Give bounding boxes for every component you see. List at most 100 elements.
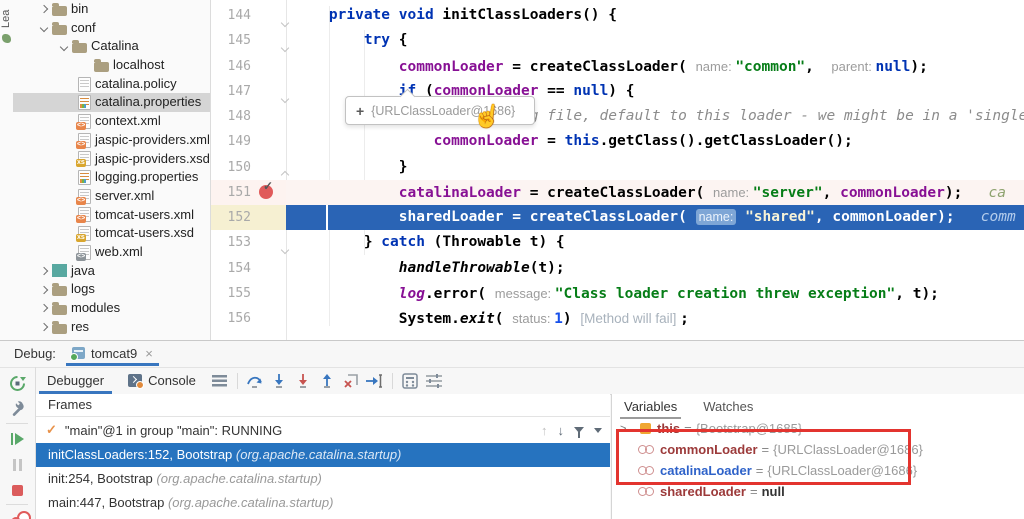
debug-session-tab[interactable]: tomcat9 × (66, 341, 159, 365)
session-tab-title: tomcat9 (91, 346, 137, 361)
tab-debugger[interactable]: Debugger (35, 367, 116, 394)
file-icon: <> (78, 114, 91, 129)
line-number[interactable]: 147 (211, 79, 251, 104)
folder-icon (52, 264, 67, 277)
resume-icon[interactable] (7, 429, 27, 449)
tree-item-label: bin (71, 0, 88, 19)
tree-item-label: java (71, 262, 95, 281)
line-number[interactable]: 150 (211, 155, 251, 180)
drop-frame-icon[interactable] (340, 371, 362, 391)
tree-item-label: catalina.properties (95, 93, 201, 112)
layout-menu-icon[interactable] (209, 371, 231, 391)
tree-item-tomcat-users.xsd[interactable]: xstomcat-users.xsd (13, 224, 210, 243)
tab-console[interactable]: Console (116, 367, 208, 394)
tree-item-context.xml[interactable]: <> context.xml (13, 112, 210, 131)
tree-item-catalina.policy[interactable]: catalina.policy (13, 75, 210, 94)
chevron-down-icon[interactable] (594, 428, 602, 433)
chevron-right-icon[interactable] (36, 263, 52, 279)
pause-icon[interactable] (7, 455, 27, 475)
arrow-down-icon[interactable]: ↓ (558, 423, 565, 438)
evaluate-expression-icon[interactable] (399, 371, 421, 391)
editor-row-150: 150} (211, 155, 1024, 180)
frame-row[interactable]: initClassLoaders:152, Bootstrap (org.apa… (36, 443, 610, 467)
annotation-red-box (616, 429, 911, 485)
tab-variables[interactable]: Variables (624, 399, 677, 414)
settings-sliders-icon[interactable] (423, 371, 445, 391)
close-tab-icon[interactable]: × (145, 346, 153, 361)
editor-row-156: 156System.exit( status: 1) [Method will … (211, 306, 1024, 331)
tree-item-modules[interactable]: modules (13, 299, 210, 318)
tree-item-label: logs (71, 280, 95, 299)
chevron-down-icon[interactable] (56, 39, 72, 55)
tree-item-Catalina[interactable]: Catalina (13, 37, 210, 56)
tree-item-catalina.properties[interactable]: catalina.properties (13, 93, 210, 112)
tree-item-res[interactable]: res (13, 318, 210, 337)
view-breakpoints-icon[interactable] (7, 509, 27, 519)
line-number[interactable]: 144 (211, 3, 251, 28)
stop-icon[interactable] (7, 480, 27, 500)
tree-item-jaspic-providers.xsd[interactable]: xsjaspic-providers.xsd (13, 150, 210, 169)
chevron-right-icon[interactable] (36, 300, 52, 316)
separator (6, 504, 28, 505)
line-number[interactable]: 149 (211, 129, 251, 154)
code-line: catalinaLoader = createClassLoader( name… (286, 180, 1024, 205)
thread-label: "main"@1 in group "main": RUNNING (65, 423, 282, 438)
tree-item-server.xml[interactable]: <> server.xml (13, 187, 210, 206)
tree-item-logging.properties[interactable]: logging.properties (13, 168, 210, 187)
breakpoint-icon[interactable]: ✓ (259, 185, 273, 199)
chevron-right-icon[interactable] (36, 1, 52, 17)
code-line: sharedLoader = createClassLoader( name: … (286, 205, 1024, 230)
line-number[interactable]: 152 (211, 205, 251, 230)
line-number[interactable]: 154 (211, 256, 251, 281)
line-number[interactable]: 151 (211, 180, 251, 205)
frame-row[interactable]: main:447, Bootstrap (org.apache.catalina… (36, 491, 610, 515)
run-to-cursor-icon[interactable] (364, 371, 386, 391)
thread-selector[interactable]: ✓ "main"@1 in group "main": RUNNING ↑ ↓ (36, 417, 610, 443)
tree-item-logs[interactable]: logs (13, 280, 210, 299)
line-number[interactable]: 148 (211, 104, 251, 129)
line-number[interactable]: 146 (211, 54, 251, 79)
step-out-icon[interactable] (316, 371, 338, 391)
tree-item-jaspic-providers.xml[interactable]: <>jaspic-providers.xml (13, 131, 210, 150)
tree-item-localhost[interactable]: localhost (13, 56, 210, 75)
chevron-down-icon[interactable] (36, 20, 52, 36)
editor-row-149: 149commonLoader = this.getClass().getCla… (211, 129, 1024, 154)
code-editor[interactable]: 143144private void initClassLoaders() {1… (211, 0, 1024, 340)
step-into-icon[interactable] (268, 371, 290, 391)
file-icon (78, 170, 91, 185)
code-line: handleThrowable(t); (286, 256, 1024, 281)
rerun-icon[interactable] (7, 373, 27, 393)
arrow-up-icon[interactable]: ↑ (541, 423, 548, 438)
editor-row-155: 155log.error( message: "Class loader cre… (211, 281, 1024, 306)
file-icon (78, 95, 91, 110)
chevron-right-icon[interactable] (36, 319, 52, 335)
wrench-icon[interactable] (7, 398, 27, 418)
tree-item-web.xml[interactable]: <>web.xml (13, 243, 210, 262)
tab-watches[interactable]: Watches (703, 399, 753, 414)
field-icon (638, 487, 654, 496)
line-number[interactable]: 155 (211, 281, 251, 306)
frame-row[interactable]: init:254, Bootstrap (org.apache.catalina… (36, 467, 610, 491)
expand-plus-icon[interactable]: + (356, 103, 364, 119)
tree-item-label: tomcat-users.xsd (95, 224, 194, 243)
run-config-icon (72, 347, 85, 359)
project-tree[interactable]: binconfCatalinalocalhostcatalina.policyc… (13, 0, 211, 340)
chevron-right-icon[interactable] (36, 282, 52, 298)
line-number[interactable]: 156 (211, 306, 251, 331)
tree-item-tomcat-users.xml[interactable]: <>tomcat-users.xml (13, 206, 210, 225)
editor-row-154: 154 handleThrowable(t); (211, 256, 1024, 281)
line-number[interactable]: 153 (211, 230, 251, 255)
force-step-into-icon[interactable] (292, 371, 314, 391)
file-icon: <> (78, 189, 91, 204)
step-over-icon[interactable] (244, 371, 266, 391)
tree-item-bin[interactable]: bin (13, 0, 210, 19)
tree-item-java[interactable]: java (13, 262, 210, 281)
line-number[interactable]: 145 (211, 28, 251, 53)
filter-icon[interactable] (574, 427, 584, 433)
folder-icon (94, 62, 109, 72)
tree-item-label: server.xml (95, 187, 154, 206)
inline-value-tooltip[interactable]: + {URLClassLoader@1686} (345, 96, 535, 125)
tree-item-conf[interactable]: conf (13, 19, 210, 38)
tree-item-label: context.xml (95, 112, 161, 131)
toolwindow-tab-learn[interactable]: Lea (0, 0, 13, 28)
